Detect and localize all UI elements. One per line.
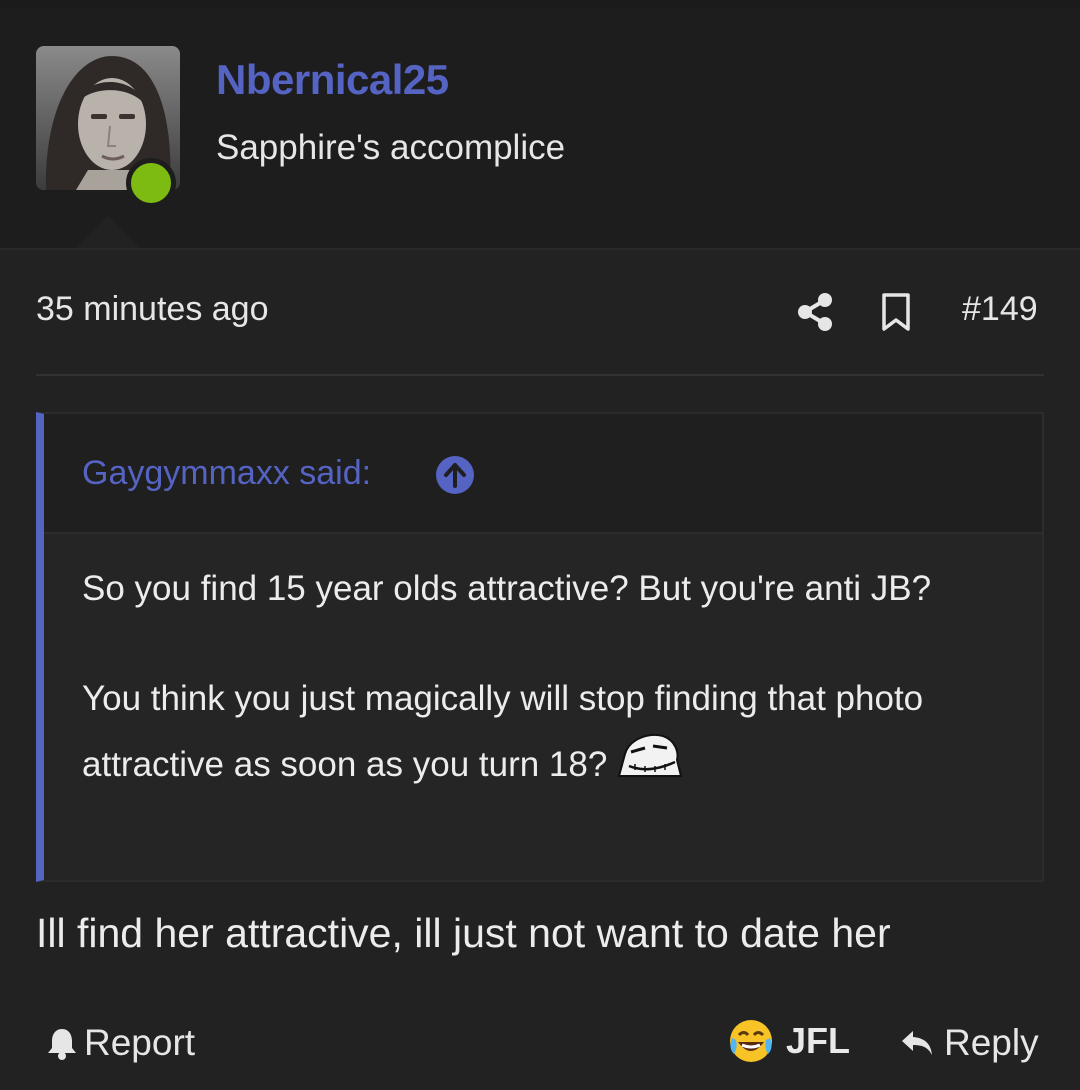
arrow-up-icon[interactable] bbox=[436, 456, 474, 494]
post-message: Ill find her attractive, ill just not wa… bbox=[36, 910, 891, 956]
report-label: Report bbox=[84, 1022, 196, 1063]
quote-author[interactable]: Gaygymmaxx said: bbox=[82, 454, 371, 493]
quote-header: Gaygymmaxx said: bbox=[44, 414, 1042, 534]
user-title: Sapphire's accomplice bbox=[216, 128, 566, 167]
quote-body: So you find 15 year olds attractive? But… bbox=[82, 562, 982, 792]
top-edge bbox=[0, 0, 1080, 8]
reaction-label: JFL bbox=[786, 1020, 851, 1061]
reply-button[interactable]: Reply bbox=[898, 1022, 1039, 1064]
quote-block: Gaygymmaxx said: So you find 15 year old… bbox=[36, 412, 1044, 882]
reply-label: Reply bbox=[944, 1022, 1039, 1063]
user-block-pointer bbox=[76, 216, 140, 248]
post-timestamp[interactable]: 35 minutes ago bbox=[36, 290, 269, 329]
report-button[interactable]: Report bbox=[46, 1022, 195, 1064]
share-icon[interactable] bbox=[796, 292, 834, 332]
quote-line: You think you just magically will stop f… bbox=[82, 672, 982, 792]
bookmark-icon[interactable] bbox=[880, 292, 912, 332]
quote-line: So you find 15 year olds attractive? But… bbox=[82, 569, 932, 608]
reaction-summary[interactable]: JFL bbox=[728, 1018, 850, 1064]
laughing-crying-emoji-icon bbox=[730, 1020, 772, 1062]
online-status-indicator bbox=[126, 158, 176, 208]
bell-icon bbox=[48, 1029, 76, 1060]
divider bbox=[36, 374, 1044, 376]
quote-line-text: You think you just magically will stop f… bbox=[82, 679, 924, 784]
post-number[interactable]: #149 bbox=[962, 290, 1038, 329]
user-block: Nbernical25 Sapphire's accomplice bbox=[0, 8, 1080, 250]
username[interactable]: Nbernical25 bbox=[216, 56, 449, 104]
troll-face-icon bbox=[615, 726, 684, 780]
reply-arrow-icon bbox=[902, 1031, 932, 1055]
